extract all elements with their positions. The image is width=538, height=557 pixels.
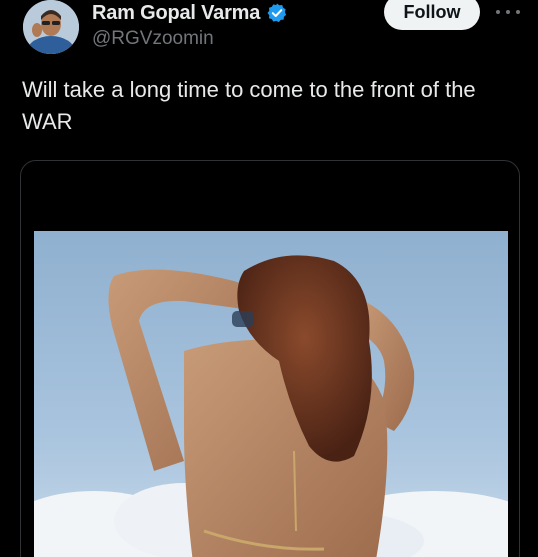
author-name-row: Ram Gopal Varma: [92, 0, 288, 26]
media-card[interactable]: [20, 160, 520, 557]
tweet-container: Ram Gopal Varma @RGVzoomin Follow Will t…: [0, 0, 538, 557]
follow-button[interactable]: Follow: [384, 0, 480, 30]
media-photo[interactable]: [34, 231, 508, 557]
avatar[interactable]: [23, 0, 79, 54]
display-name[interactable]: Ram Gopal Varma: [92, 2, 260, 25]
verified-badge-icon: [266, 2, 288, 24]
author-handle[interactable]: @RGVzoomin: [92, 28, 214, 50]
avatar-image: [23, 0, 79, 54]
more-horizontal-icon[interactable]: [496, 2, 520, 22]
tweet-text: Will take a long time to come to the fro…: [22, 77, 476, 134]
